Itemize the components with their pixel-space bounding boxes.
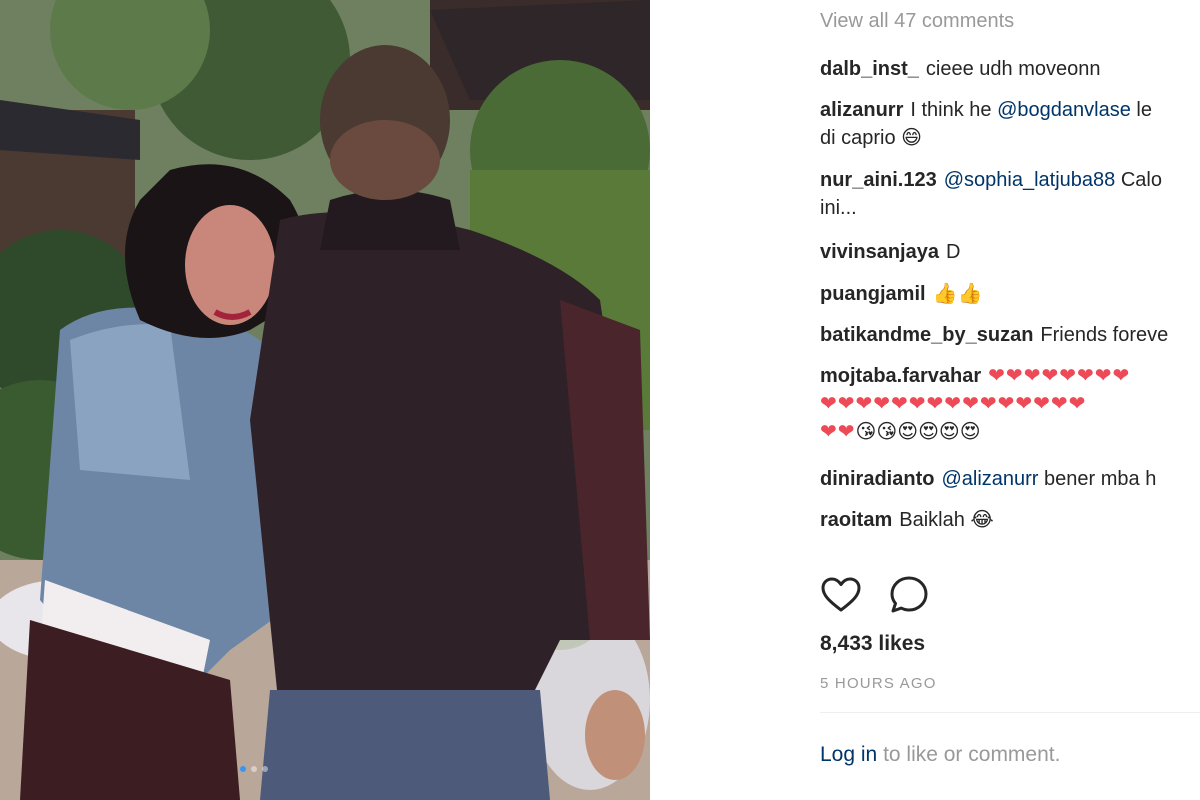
login-prompt-text: to like or comment. — [883, 743, 1061, 766]
emoji: 👍👍 — [932, 283, 983, 305]
comment: nur_aini.123 @sophia_latjuba88 Calo ini..… — [820, 166, 1200, 222]
comment: alizanurr I think he @bogdanvlase le di c… — [820, 96, 1200, 152]
comment: mojtaba.farvahar ❤❤❤❤❤❤❤❤ ❤❤❤❤❤❤❤❤❤❤❤❤❤❤❤… — [820, 362, 1200, 446]
comments-list: View all 47 comments dalb_inst_ cieee udh… — [820, 0, 1200, 553]
comment-username[interactable]: vivinsanjaya — [820, 241, 939, 263]
comment-text: Friends foreve — [1040, 324, 1169, 346]
comment-username[interactable]: puangjamil — [820, 283, 926, 305]
comment-username[interactable]: dalb_inst_ — [820, 58, 919, 80]
carousel-dots — [240, 766, 268, 772]
comment-username[interactable]: alizanurr — [820, 99, 903, 121]
post-timestamp: 5 HOURS AGO — [820, 675, 937, 692]
comment-username[interactable]: diniradianto — [820, 468, 934, 490]
login-prompt: Log in to like or comment. — [820, 743, 1060, 767]
comment-text: cieee udh moveonn — [925, 58, 1101, 80]
speech-bubble-icon[interactable] — [888, 574, 930, 616]
comment-text-after: bener mba h — [1044, 468, 1157, 490]
comment: vivinsanjaya D — [820, 238, 1200, 266]
comment-mention[interactable]: @sophia_latjuba88 — [944, 169, 1116, 191]
comment: dalb_inst_ cieee udh moveonn — [820, 55, 1200, 83]
comment-username[interactable]: nur_aini.123 — [820, 169, 937, 191]
emoji: 😂 — [970, 509, 994, 531]
comment-text: I think he — [910, 99, 992, 121]
post-photo[interactable] — [0, 0, 650, 800]
comment-text: Baiklah — [899, 509, 965, 531]
hearts-emoji: ❤❤❤❤❤❤❤❤ — [988, 365, 1131, 387]
carousel-dot — [251, 766, 257, 772]
post-actions — [820, 574, 930, 616]
carousel-dot-active — [240, 766, 246, 772]
divider — [820, 712, 1200, 713]
hearts-emoji: ❤❤ — [820, 421, 856, 443]
view-all-comments-link[interactable]: View all 47 comments — [820, 10, 1014, 33]
emoji: 😄 — [901, 127, 923, 149]
hearts-emoji: ❤❤❤❤❤❤❤❤❤❤❤❤❤❤❤ — [820, 393, 1087, 415]
comment: batikandme_by_suzan Friends foreve — [820, 321, 1200, 349]
comment-mention[interactable]: @bogdanvlase — [997, 99, 1131, 121]
post-sidebar: View all 47 comments dalb_inst_ cieee udh… — [650, 0, 1200, 800]
comment: puangjamil 👍👍 — [820, 280, 1200, 308]
comment: raoitam Baiklah 😂 — [820, 506, 1200, 534]
comment-text-after: Calo — [1120, 169, 1162, 191]
likes-count[interactable]: 8,433 likes — [820, 632, 925, 656]
comment-text: D — [945, 241, 961, 263]
login-link[interactable]: Log in — [820, 743, 877, 766]
photo-illustration — [0, 0, 650, 800]
heart-outline-icon[interactable] — [820, 574, 862, 616]
comment-username[interactable]: batikandme_by_suzan — [820, 324, 1033, 346]
carousel-dot — [262, 766, 268, 772]
comment-mention[interactable]: @alizanurr — [941, 468, 1038, 490]
comment-text-line2: ini... — [820, 197, 857, 219]
comment-username[interactable]: mojtaba.farvahar — [820, 365, 981, 387]
comment-text-line2: di caprio — [820, 127, 896, 149]
comment: diniradianto @alizanurr bener mba h — [820, 465, 1200, 493]
comment-username[interactable]: raoitam — [820, 509, 892, 531]
emoji: 😘😘😍😍😍😍 — [855, 421, 981, 443]
comment-text-after: le — [1136, 99, 1152, 121]
